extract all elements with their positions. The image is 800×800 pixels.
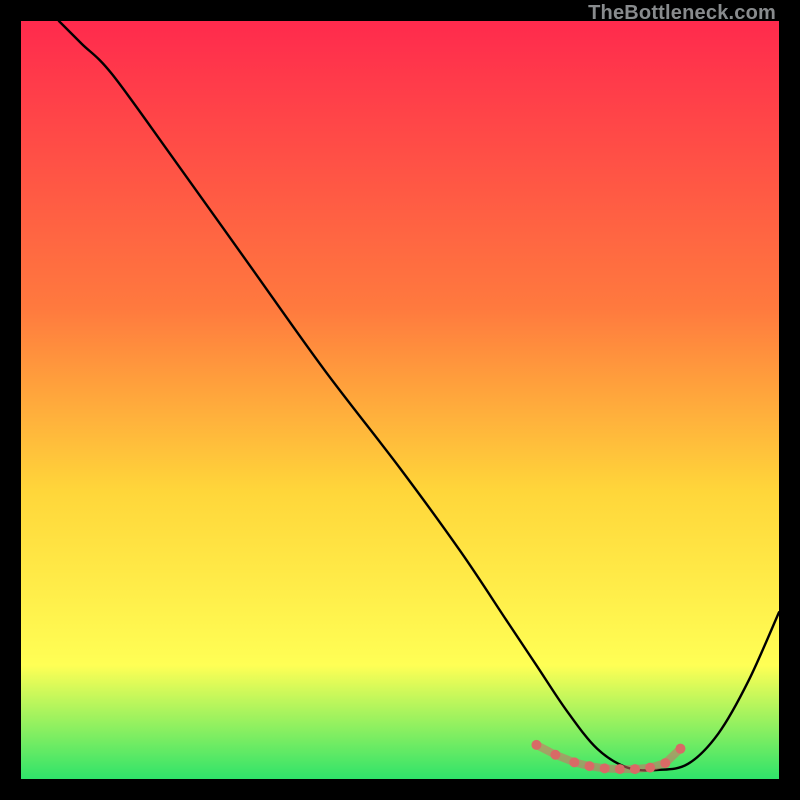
marker-dot — [585, 761, 595, 771]
marker-dot — [569, 757, 579, 767]
marker-dot — [660, 758, 670, 768]
chart-svg — [21, 21, 779, 779]
marker-dot — [645, 763, 655, 773]
marker-dot — [630, 764, 640, 774]
marker-dot — [615, 764, 625, 774]
gradient-background — [21, 21, 779, 779]
watermark-text: TheBottleneck.com — [588, 2, 776, 25]
chart-frame — [21, 21, 779, 779]
marker-dot — [675, 744, 685, 754]
marker-dot — [600, 763, 610, 773]
marker-dot — [531, 740, 541, 750]
marker-dot — [550, 750, 560, 760]
